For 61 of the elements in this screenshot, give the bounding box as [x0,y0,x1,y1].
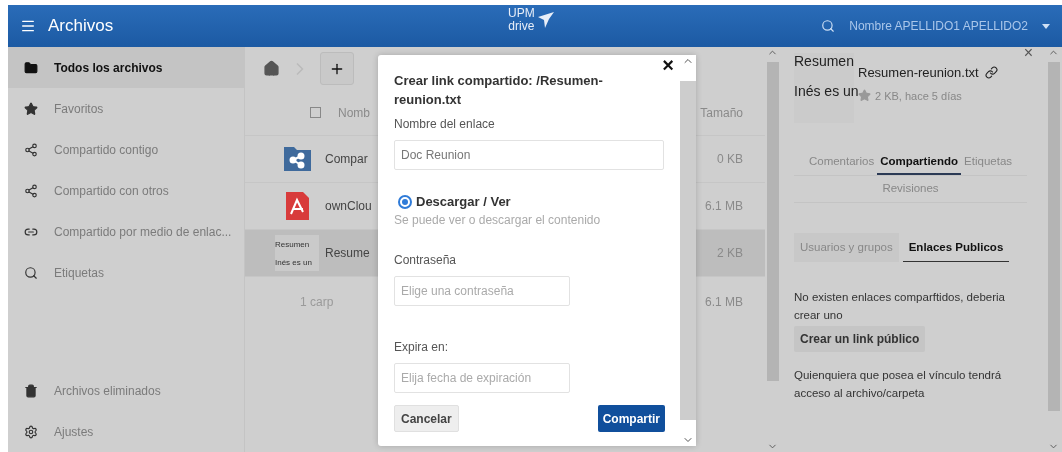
share-icon [24,142,38,157]
file-name: Resume [325,246,370,260]
settings-icon [24,424,38,439]
file-name: Resumen-reunion.txt [858,65,979,80]
user-menu[interactable]: Nombre APELLIDO1 APELLIDO2 [849,19,1028,33]
shared-folder-icon [283,147,311,171]
dialog-title: Crear link compartido: /Resumen-reunion.txt [394,72,604,109]
file-meta: 2 KB, hace 5 días [875,89,962,102]
expiry-date-field[interactable]: Elija fecha de expiración [394,363,570,393]
sidebar-item[interactable]: Archivos eliminados [8,370,244,411]
star-icon[interactable] [858,89,871,102]
close-button[interactable]: × [662,55,674,75]
home-icon[interactable] [263,60,280,77]
menu-icon[interactable] [20,18,36,34]
column-header[interactable]: Tamaño [700,105,743,120]
file-name: Compar [325,152,368,166]
sidebar-item[interactable]: Ajustes [8,411,244,452]
download-radio[interactable]: Descargar / Ver [398,194,665,209]
file-size: 0 KB [717,152,743,166]
summary-size: 6.1 MB [705,295,743,309]
sidebar-item[interactable]: Compartido por medio de enlac... [8,211,244,252]
option-hint: Se puede ver o descargar el contenido [394,213,602,227]
star-icon [24,101,38,116]
link-name-field[interactable]: Doc Reunion [394,140,664,170]
tab[interactable]: Revisiones [879,176,942,202]
column-header[interactable]: Nomb [338,105,370,120]
field-label: Nombre del enlace [394,117,496,131]
share-button[interactable]: Compartir [597,405,665,432]
app-title: Archivos [48,16,114,36]
file-size: 6.1 MB [705,199,743,213]
field-label: Expira en: [394,340,450,354]
file-name: ownClou [325,199,372,213]
folder-icon [24,60,38,75]
caret-icon[interactable] [1042,23,1050,29]
dialog-scrollbar[interactable] [680,55,696,446]
cancel-button[interactable]: Cancelar [394,405,459,432]
sidebar-item[interactable]: Etiquetas [8,252,244,293]
empty-message: No existen enlaces comparftidos, deberia crear uno [794,290,1006,323]
tab[interactable]: Comentarios [805,149,878,175]
sidebar-item[interactable]: Todos los archivos [8,47,244,88]
tab[interactable]: Etiquetas [961,149,1016,175]
share-icon [24,183,38,198]
field-label: Contraseña [394,253,458,267]
sidebar-item[interactable]: Compartido con otros [8,170,244,211]
text-file-thumbnail: Resumen Inés es un [275,235,319,271]
info-text: Quienquiera que posea el vínculo tendrá acceso al archivo/carpeta [794,368,1003,401]
drive-logo: UPM drive [508,7,555,33]
search-icon [24,265,38,280]
sidebar-item[interactable]: Favoritos [8,88,244,129]
create-link-button[interactable]: Crear un link público [794,326,926,352]
close-button[interactable]: × [1023,45,1033,61]
search-icon[interactable] [821,19,836,33]
select-all-checkbox[interactable] [310,107,321,118]
password-field[interactable]: Elige una contraseña [394,276,570,306]
sidebar-item[interactable]: Compartido contigo [8,129,244,170]
trash-icon [24,383,38,398]
new-button[interactable] [320,52,354,85]
pdf-icon [283,192,311,220]
tab[interactable]: Usuarios y grupos [794,233,899,262]
tab[interactable]: Enlaces Publicos [902,233,1010,262]
link-icon[interactable] [984,66,998,79]
